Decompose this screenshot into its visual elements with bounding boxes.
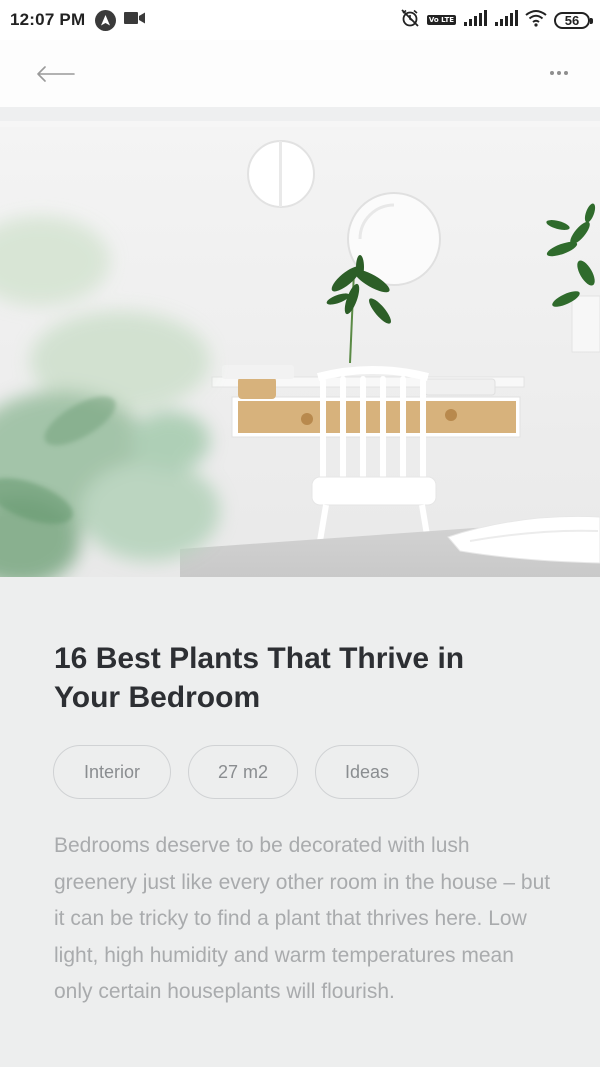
status-left-icons [95,9,146,31]
screen: 12:07 PM Vo LTE 56 16 Best Plants That T… [0,0,600,1067]
battery-icon: 56 [554,11,593,29]
tag-chip-interior[interactable]: Interior [53,745,171,799]
hero-image [0,121,600,577]
tag-chip-size[interactable]: 27 m2 [188,745,298,799]
bedroom-plants-photo [0,121,600,577]
volte-icon: Vo LTE [426,15,456,25]
tag-chip-ideas[interactable]: Ideas [315,745,419,799]
signal-icon [463,9,487,31]
signal-icon [494,9,518,31]
app-bar [0,40,600,107]
more-options-button[interactable] [544,60,574,86]
article-content: 16 Best Plants That Thrive in Your Bedro… [0,577,600,1067]
navigation-icon [95,9,117,31]
status-bar: 12:07 PM Vo LTE 56 [0,0,600,40]
arrow-left-icon [37,66,75,82]
tag-list: Interior 27 m2 Ideas [53,745,419,799]
status-right-icons: Vo LTE 56 [400,8,593,33]
article-title: 16 Best Plants That Thrive in Your Bedro… [54,642,465,714]
more-horizontal-icon [564,71,568,75]
battery-level: 56 [564,12,580,28]
status-time: 12:07 PM [10,10,86,29]
more-horizontal-icon [557,71,561,75]
wifi-icon [525,9,547,32]
alarm-off-icon [400,8,420,33]
more-horizontal-icon [550,71,554,75]
back-button[interactable] [36,56,92,92]
article-description: Bedrooms deserve to be decorated with lu… [54,834,551,1003]
video-camera-icon [124,11,146,30]
